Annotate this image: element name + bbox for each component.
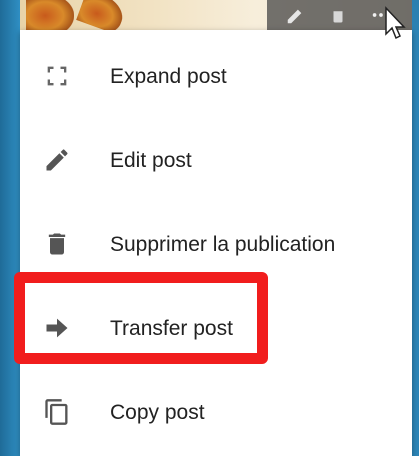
expand-icon: [47, 66, 67, 86]
leaf-decoration: [26, 0, 74, 30]
leaf-decoration: [76, 0, 128, 30]
menu-item-edit-post[interactable]: Edit post: [20, 118, 412, 202]
menu-item-label: Edit post: [110, 149, 192, 172]
highlight-box: [14, 272, 268, 364]
pencil-icon: [46, 149, 68, 171]
menu-item-label: Supprimer la publication: [110, 233, 336, 256]
mouse-cursor-icon: [385, 6, 406, 40]
menu-item-label: Expand post: [110, 65, 227, 88]
menu-item-label: Copy post: [110, 401, 205, 424]
menu-item-copy-post[interactable]: Copy post: [20, 370, 412, 454]
copy-icon: [45, 399, 68, 425]
post-options-menu: Expand post Edit post Supprimer la publi…: [20, 30, 412, 456]
trash-icon: [48, 233, 66, 255]
pencil-icon[interactable]: [285, 4, 307, 26]
trash-icon[interactable]: [329, 4, 347, 26]
menu-item-expand-post[interactable]: Expand post: [20, 34, 412, 118]
background-left-edge: [0, 0, 20, 456]
